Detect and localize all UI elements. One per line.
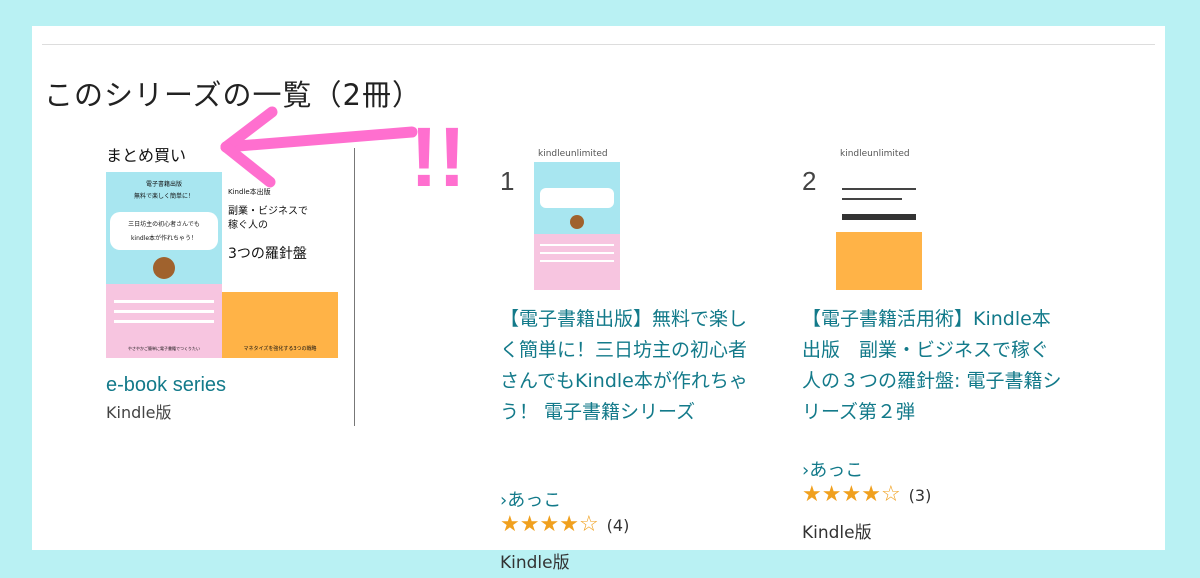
star-full-icon: ★: [861, 482, 881, 507]
item-format: Kindle版: [500, 553, 570, 573]
rating-count[interactable]: (3): [909, 486, 932, 505]
item-number: 1: [500, 166, 515, 196]
star-empty-icon: ☆: [880, 482, 901, 507]
star-full-icon: ★: [519, 512, 540, 537]
rating-count[interactable]: (4): [607, 516, 630, 535]
kindle-unlimited-badge: kindleunlimited: [538, 149, 608, 159]
star-full-icon: ★: [500, 512, 520, 537]
bundle-cover-2-line-1: Kindle本出版: [228, 187, 271, 196]
bundle-cover-2[interactable]: Kindle本出版 副業・ビジネスで 稼ぐ人の 3つの羅針盤 マネタイズを強化す…: [222, 172, 338, 358]
bundle-cover-1-line-5: やさやかご簡単に電子書籍でつくりたい: [128, 345, 200, 351]
bundle-cover-2-line-3: 稼ぐ人の: [228, 219, 268, 231]
star-empty-icon: ☆: [578, 512, 599, 537]
item-cover[interactable]: kindleunlimited: [534, 144, 620, 290]
bundle-cover-1-line-3: 三日坊主の初心者さんでも: [128, 220, 200, 228]
rating-stars[interactable]: ★ ★ ★ ★ ☆ (4): [500, 514, 629, 536]
rating-stars[interactable]: ★ ★ ★ ★ ☆ (3): [802, 484, 931, 506]
bundle-cover-1-line-1: 電子書籍出版: [146, 180, 182, 188]
star-full-icon: ★: [539, 512, 560, 537]
item-title-link[interactable]: 【電子書籍活用術】Kindle本出版 副業・ビジネスで稼ぐ人の３つの羅針盤: 電…: [802, 304, 1062, 428]
bundle-cover-2-line-2: 副業・ビジネスで: [228, 204, 308, 217]
bundle-cover-1-line-4: kindle本が作れちゃう！: [131, 234, 197, 242]
star-full-icon: ★: [821, 482, 842, 507]
series-panel: このシリーズの一覧（2冊） まとめ買い 電子書籍出版 無料で楽しく簡単に！ 三日…: [32, 26, 1165, 573]
bundle-cover-1[interactable]: 電子書籍出版 無料で楽しく簡単に！ 三日坊主の初心者さんでも kindle本が作…: [106, 172, 222, 358]
kindle-unlimited-badge: kindleunlimited: [840, 149, 910, 159]
item-title-link[interactable]: 【電子書籍出版】無料で楽しく簡単に！三日坊主の初心者さんでもKindle本が作れ…: [500, 304, 760, 428]
item-format: Kindle版: [802, 523, 872, 543]
bundle-covers[interactable]: 電子書籍出版 無料で楽しく簡単に！ 三日坊主の初心者さんでも kindle本が作…: [106, 172, 338, 358]
bundle-format: Kindle版: [106, 403, 172, 422]
vertical-divider: [354, 148, 355, 426]
divider-top: [42, 44, 1155, 45]
item-cover[interactable]: kindleunlimited: [836, 144, 922, 290]
bundle-cover-2-line-4: 3つの羅針盤: [228, 246, 307, 262]
star-full-icon: ★: [841, 482, 862, 507]
bundle-cover-2-line-5: マネタイズを強化する3つの戦略: [243, 345, 316, 352]
item-number: 2: [802, 166, 817, 196]
series-title: このシリーズの一覧（2冊）: [44, 78, 423, 112]
bundle-label: まとめ買い: [106, 146, 187, 165]
item-author-link[interactable]: ›あっこ: [500, 486, 561, 512]
star-full-icon: ★: [559, 512, 579, 537]
bundle-cover-1-line-2: 無料で楽しく簡単に！: [134, 192, 194, 200]
item-author-link[interactable]: ›あっこ: [802, 456, 863, 482]
bundle-section: まとめ買い 電子書籍出版 無料で楽しく簡単に！ 三日坊主の初心者さんでも kin…: [106, 142, 346, 423]
star-full-icon: ★: [802, 482, 822, 507]
bundle-series-link[interactable]: e-book series: [106, 374, 346, 397]
